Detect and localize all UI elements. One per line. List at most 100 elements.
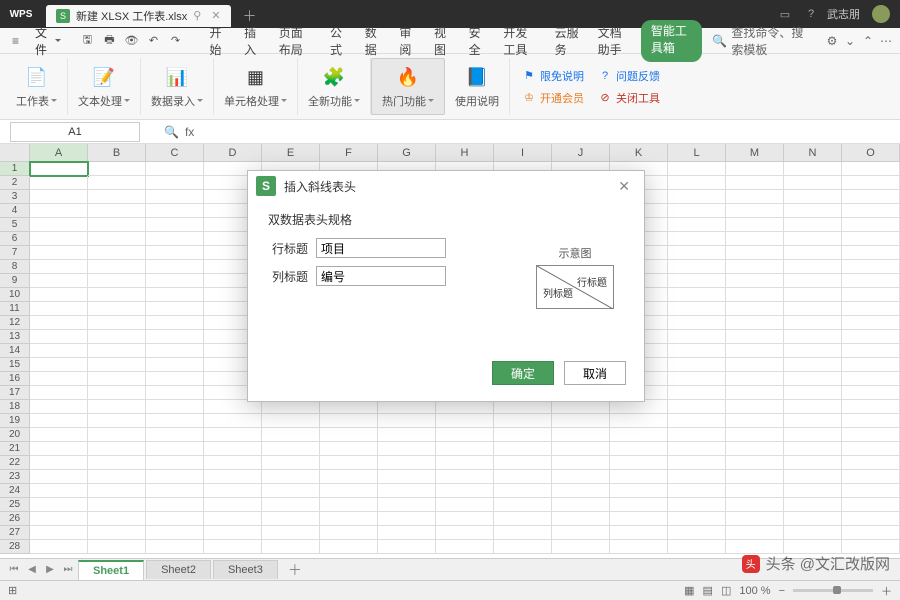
cell[interactable]	[436, 484, 494, 498]
cell[interactable]	[146, 456, 204, 470]
cell[interactable]	[668, 484, 726, 498]
more-icon[interactable]: ⋯	[878, 31, 894, 51]
cell[interactable]	[436, 540, 494, 554]
cell[interactable]	[88, 372, 146, 386]
tab-security[interactable]: 安全	[461, 20, 494, 62]
cell[interactable]	[146, 442, 204, 456]
cell[interactable]	[668, 274, 726, 288]
cell[interactable]	[842, 204, 900, 218]
cell[interactable]	[842, 358, 900, 372]
redo-icon[interactable]: ↷	[167, 33, 183, 49]
cell[interactable]	[726, 302, 784, 316]
cell[interactable]	[842, 260, 900, 274]
col-header[interactable]: H	[436, 144, 494, 162]
tab-smart-toolbox[interactable]: 智能工具箱	[641, 20, 703, 62]
view-split-icon[interactable]: ◫	[721, 584, 731, 597]
cell[interactable]	[552, 498, 610, 512]
cell[interactable]	[668, 414, 726, 428]
cell[interactable]	[436, 456, 494, 470]
cell[interactable]	[436, 428, 494, 442]
col-header[interactable]: A	[30, 144, 88, 162]
cell[interactable]	[378, 414, 436, 428]
cell[interactable]	[726, 176, 784, 190]
cell[interactable]	[30, 512, 88, 526]
cell[interactable]	[30, 372, 88, 386]
cell[interactable]	[262, 428, 320, 442]
cell[interactable]	[668, 260, 726, 274]
cell[interactable]	[784, 512, 842, 526]
cell[interactable]	[88, 498, 146, 512]
cell[interactable]	[88, 330, 146, 344]
cell[interactable]	[668, 358, 726, 372]
cell[interactable]	[668, 456, 726, 470]
print-icon[interactable]: 🖶	[101, 33, 117, 49]
cell[interactable]	[262, 414, 320, 428]
row-header[interactable]: 19	[0, 414, 30, 428]
cell[interactable]	[262, 498, 320, 512]
cell[interactable]	[726, 428, 784, 442]
cell[interactable]	[146, 484, 204, 498]
settings-icon[interactable]: ⚙	[824, 31, 840, 51]
cell[interactable]	[842, 316, 900, 330]
cell[interactable]	[610, 428, 668, 442]
row-header[interactable]: 1	[0, 162, 30, 176]
help-icon[interactable]: ?	[801, 4, 821, 24]
row-header[interactable]: 4	[0, 204, 30, 218]
cell[interactable]	[610, 400, 668, 414]
cell[interactable]	[610, 498, 668, 512]
cell[interactable]	[842, 190, 900, 204]
cell[interactable]	[784, 540, 842, 554]
cell[interactable]	[30, 414, 88, 428]
row-title-input[interactable]	[316, 238, 446, 258]
cell[interactable]	[842, 400, 900, 414]
cell[interactable]	[88, 176, 146, 190]
cell[interactable]	[784, 260, 842, 274]
cell[interactable]	[668, 218, 726, 232]
cell[interactable]	[146, 400, 204, 414]
cell[interactable]	[262, 484, 320, 498]
cell[interactable]	[88, 344, 146, 358]
chevron-down-icon[interactable]: ⌄	[842, 31, 858, 51]
cell[interactable]	[552, 470, 610, 484]
row-header[interactable]: 23	[0, 470, 30, 484]
ribbon-help[interactable]: 📘使用说明	[445, 58, 510, 115]
cell[interactable]	[320, 428, 378, 442]
dialog-titlebar[interactable]: S 插入斜线表头 ✕	[248, 171, 644, 201]
cell[interactable]	[842, 344, 900, 358]
row-header[interactable]: 10	[0, 288, 30, 302]
cell[interactable]	[146, 288, 204, 302]
col-header[interactable]: J	[552, 144, 610, 162]
cell[interactable]	[378, 484, 436, 498]
add-sheet-button[interactable]: ＋	[280, 560, 310, 580]
row-header[interactable]: 9	[0, 274, 30, 288]
window-layout-icon[interactable]: ▭	[775, 4, 795, 24]
cell[interactable]	[784, 316, 842, 330]
tab-review[interactable]: 审阅	[391, 20, 424, 62]
cell[interactable]	[320, 442, 378, 456]
col-header[interactable]: N	[784, 144, 842, 162]
cell[interactable]	[726, 218, 784, 232]
cell[interactable]	[494, 442, 552, 456]
cell[interactable]	[436, 414, 494, 428]
cell[interactable]	[668, 540, 726, 554]
cell[interactable]	[552, 456, 610, 470]
cell[interactable]	[30, 526, 88, 540]
view-page-icon[interactable]: ▤	[703, 584, 713, 597]
link-limit[interactable]: ⚑限免说明	[522, 68, 584, 84]
cell[interactable]	[378, 498, 436, 512]
cell[interactable]	[30, 246, 88, 260]
cell[interactable]	[30, 316, 88, 330]
cell[interactable]	[726, 246, 784, 260]
cell[interactable]	[204, 470, 262, 484]
cell[interactable]	[784, 218, 842, 232]
cell[interactable]	[726, 414, 784, 428]
cell[interactable]	[88, 442, 146, 456]
cell[interactable]	[842, 526, 900, 540]
ribbon-data-entry[interactable]: 📊数据录入	[141, 58, 214, 115]
row-header[interactable]: 14	[0, 344, 30, 358]
cell[interactable]	[378, 470, 436, 484]
pin-icon[interactable]: ⚲	[193, 9, 201, 22]
cell[interactable]	[552, 540, 610, 554]
tab-home[interactable]: 开始	[201, 20, 234, 62]
cell[interactable]	[668, 190, 726, 204]
